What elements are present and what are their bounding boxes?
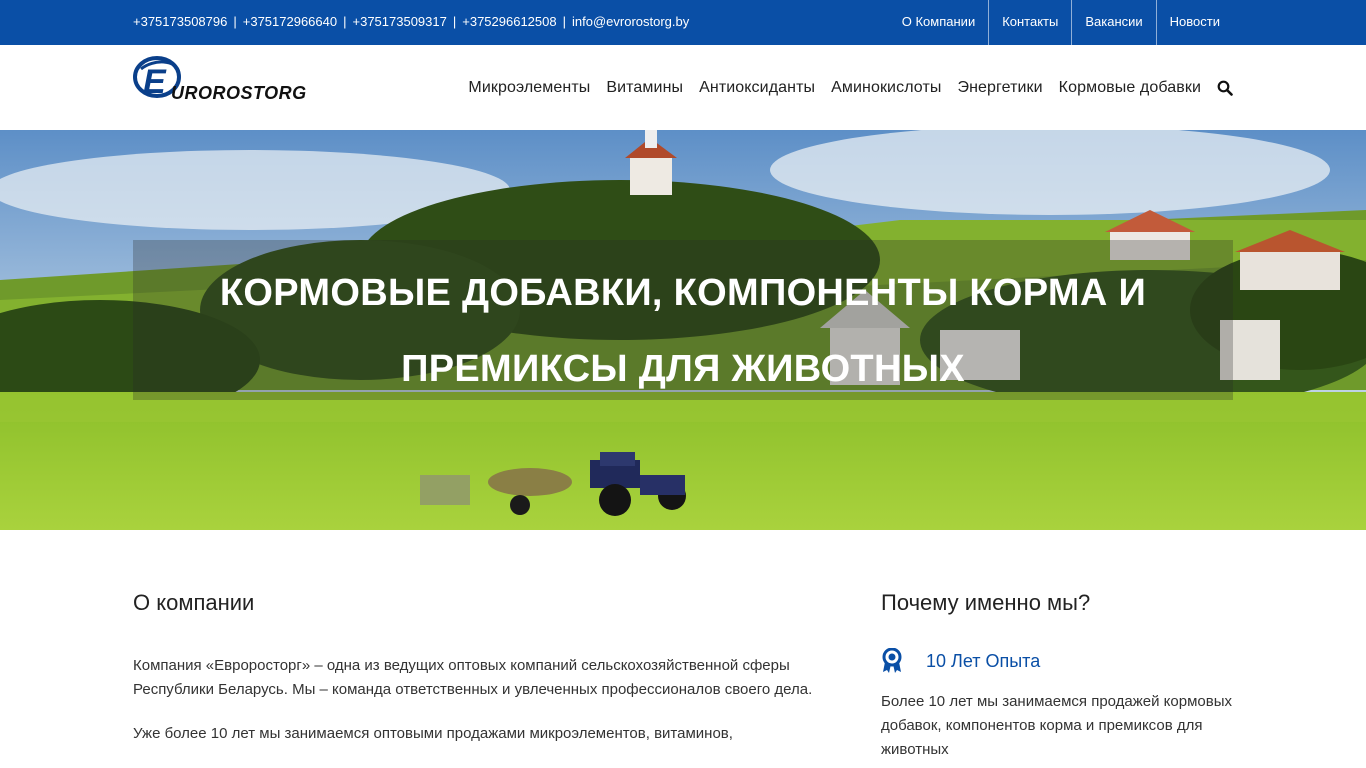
nav-amino-acids[interactable]: Аминокислоты [831,79,941,97]
phone-link-4[interactable]: +375296612508 [462,14,556,29]
svg-text:UROROSTORG: UROROSTORG [171,83,307,103]
phone-link-3[interactable]: +375173509317 [353,14,447,29]
logo[interactable]: E UROROSTORG [133,55,348,103]
top-nav: О Компании Контакты Вакансии Новости [889,0,1233,45]
phone-link-1[interactable]: +375173508796 [133,14,227,29]
email-link[interactable]: info@evrorostorg.by [572,14,689,29]
nav-vitamins[interactable]: Витамины [606,79,683,97]
about-paragraph-1: Компания «Евроросторг» – одна из ведущих… [133,657,813,698]
hero-title-line-2: ПРЕМИКСЫ ДЛЯ ЖИВОТНЫХ [401,348,965,390]
logo-mark: E UROROSTORG [133,56,307,103]
main-nav: Микроэлементы Витамины Антиоксиданты Ами… [452,45,1233,130]
nav-microelements[interactable]: Микроэлементы [468,79,590,97]
phone-link-2[interactable]: +375172966640 [243,14,337,29]
contact-line: +375173508796 | +375172966640 | +37517350931… [133,14,690,29]
top-bar: +375173508796 | +375172966640 | +37517350931… [0,0,1366,45]
hero-title: КОРМОВЫЕ ДОБАВКИ, КОМПОНЕНТЫ КОРМА И ПРЕ… [133,255,1233,407]
about-paragraph-2: Уже более 10 лет мы занимаемся оптовыми … [133,725,733,742]
hero-title-line-1: КОРМОВЫЕ ДОБАВКИ, КОМПОНЕНТЫ КОРМА И [219,272,1147,314]
feature-title: 10 Лет Опыта [926,650,1041,671]
feature-text: Более 10 лет мы занимаемся продажей корм… [881,693,1233,758]
top-nav-about[interactable]: О Компании [889,0,988,45]
top-nav-contacts[interactable]: Контакты [988,0,1071,45]
site-header: E UROROSTORG Микроэлементы Витамины Анти… [0,45,1366,130]
svg-text:E: E [143,63,167,101]
nav-energetics[interactable]: Энергетики [957,79,1042,97]
feature-header: 10 Лет Опыта [881,647,1233,674]
nav-antioxidants[interactable]: Антиоксиданты [699,79,815,97]
why-us-section: Почему именно мы? 10 Лет Опыта Более 10 … [881,590,1233,762]
about-heading: О компании [133,590,255,615]
about-section: О компании Компания «Евроросторг» – одна… [133,590,843,766]
top-nav-vacancies[interactable]: Вакансии [1071,0,1155,45]
why-us-heading: Почему именно мы? [881,590,1091,615]
nav-feed-additives[interactable]: Кормовые добавки [1059,79,1201,97]
search-icon[interactable] [1217,80,1233,96]
hero-banner: КОРМОВЫЕ ДОБАВКИ, КОМПОНЕНТЫ КОРМА И ПРЕ… [0,130,1366,530]
top-nav-news[interactable]: Новости [1155,0,1233,45]
award-icon [881,647,903,674]
